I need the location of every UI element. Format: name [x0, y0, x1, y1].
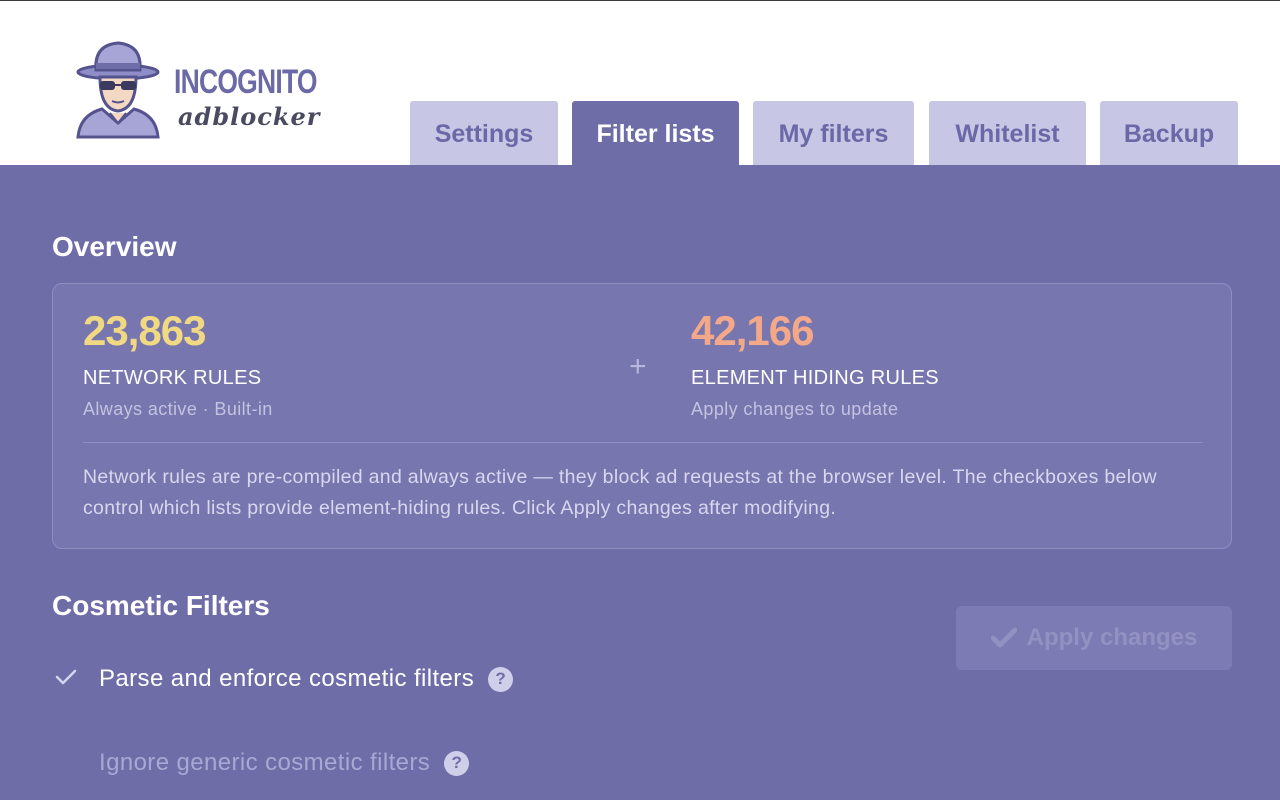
tab-backup[interactable]: Backup	[1100, 101, 1238, 167]
help-icon[interactable]: ?	[444, 750, 470, 776]
cosmetic-filters-heading: Cosmetic Filters	[52, 590, 270, 621]
plus-separator: +	[629, 350, 647, 383]
checkbox-ignore-generic[interactable]	[52, 749, 80, 777]
brand-tagline: adblocker	[178, 102, 321, 131]
checkmark-icon	[990, 627, 1017, 649]
option-ignore-generic-filters[interactable]: Ignore generic cosmetic filters ?	[52, 749, 470, 777]
element-hiding-count: 42,166	[691, 307, 814, 354]
header-bar: INCOGNITO adblocker Settings Filter list…	[0, 0, 1280, 167]
help-icon[interactable]: ?	[488, 666, 514, 692]
incognito-spy-logo-icon	[72, 39, 164, 141]
network-rules-label: NETWORK RULES	[83, 367, 262, 389]
overview-heading: Overview	[52, 231, 177, 262]
element-hiding-label: ELEMENT HIDING RULES	[691, 367, 939, 389]
overview-divider	[83, 442, 1203, 443]
apply-changes-button[interactable]: Apply changes	[956, 606, 1232, 670]
element-hiding-sub: Apply changes to update	[691, 399, 899, 419]
filter-lists-panel: Overview 23,863 NETWORK RULES Always act…	[0, 165, 1280, 800]
option-label: Parse and enforce cosmetic filters	[99, 665, 475, 692]
overview-card: 23,863 NETWORK RULES Always active · Bui…	[52, 283, 1232, 549]
tab-filter-lists[interactable]: Filter lists	[572, 101, 739, 167]
checkbox-parse-cosmetic[interactable]	[52, 665, 80, 693]
checkmark-icon	[54, 667, 78, 692]
brand-name: INCOGNITO	[174, 63, 318, 101]
option-label: Ignore generic cosmetic filters	[99, 749, 431, 776]
overview-description: Network rules are pre-compiled and alway…	[83, 466, 1157, 519]
apply-changes-label: Apply changes	[1026, 624, 1198, 651]
network-rules-sub: Always active · Built-in	[83, 399, 273, 419]
network-rules-count: 23,863	[83, 307, 206, 354]
tab-whitelist[interactable]: Whitelist	[929, 101, 1086, 167]
tab-settings[interactable]: Settings	[410, 101, 558, 167]
option-parse-cosmetic-filters[interactable]: Parse and enforce cosmetic filters ?	[52, 665, 514, 693]
tab-my-filters[interactable]: My filters	[753, 101, 914, 167]
